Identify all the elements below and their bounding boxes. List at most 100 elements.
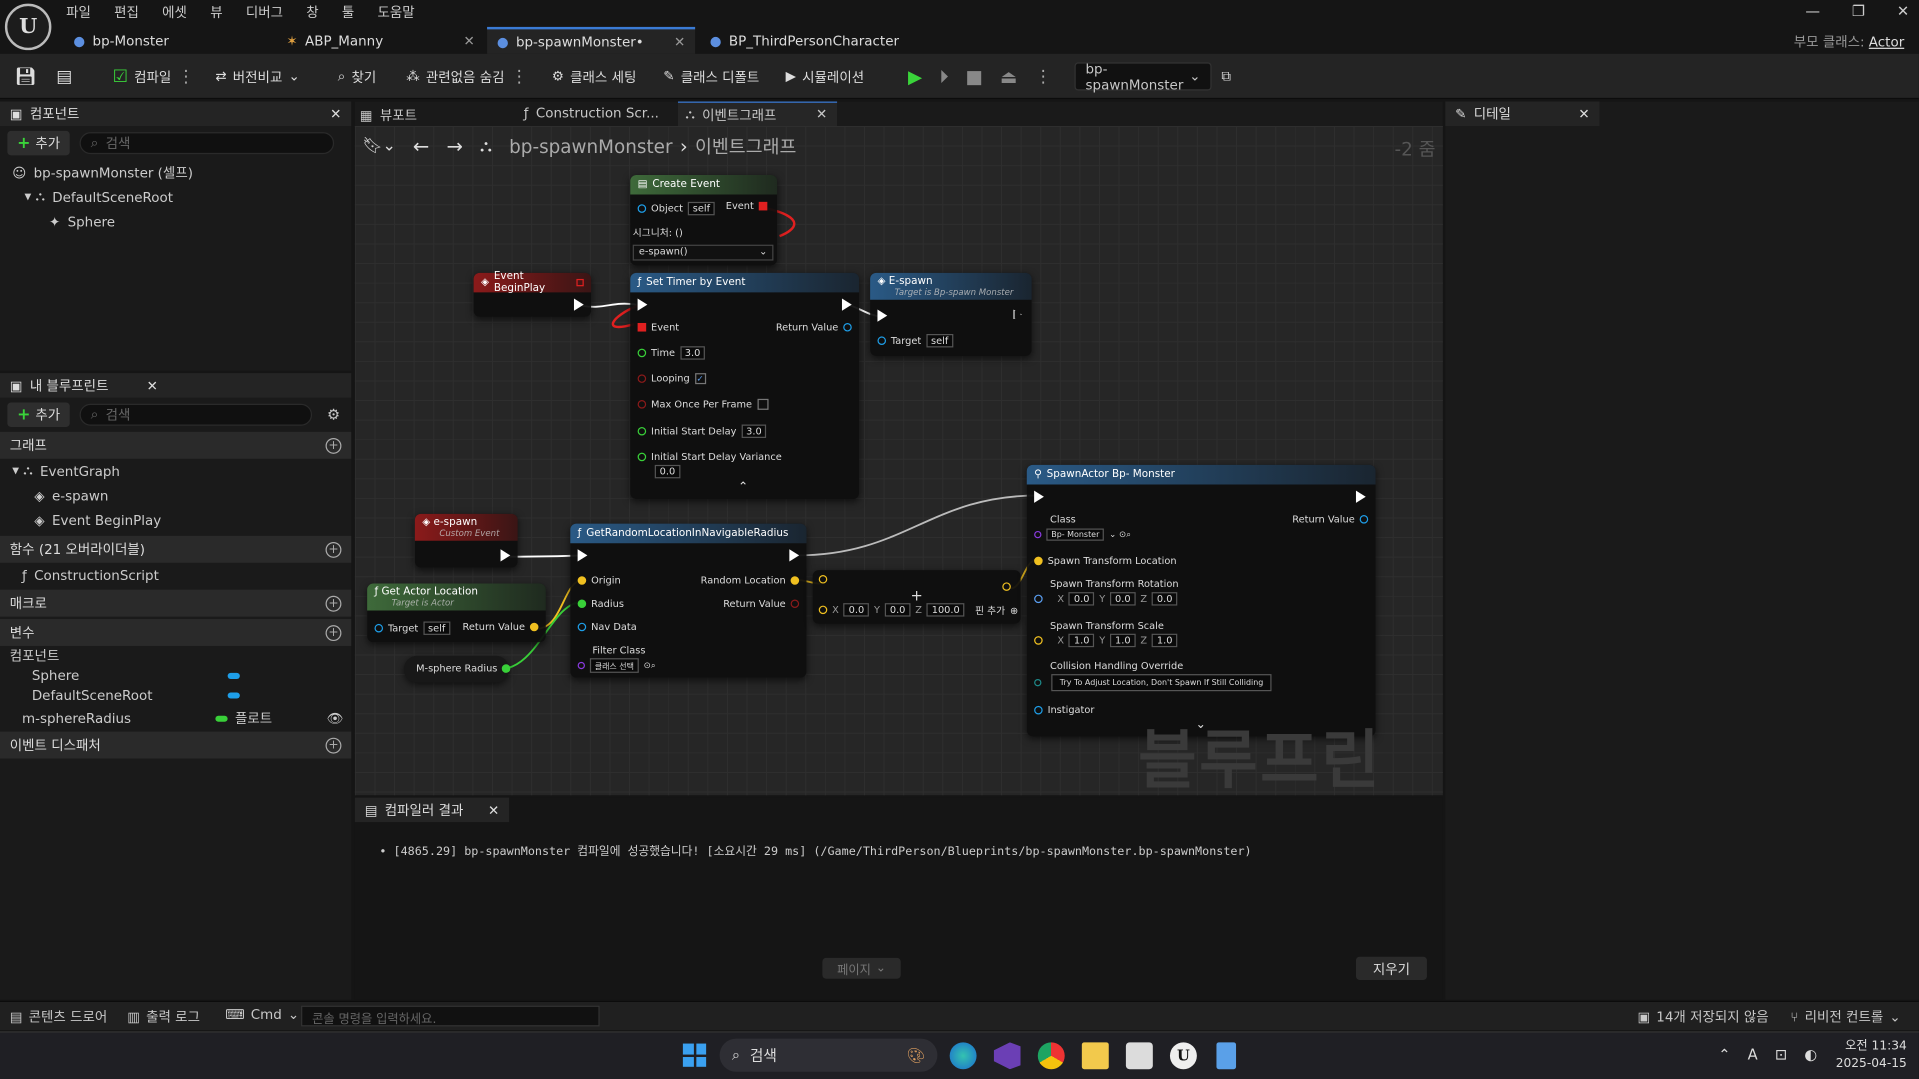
filter-class-select[interactable]: 클래스 선택 ⊙⌕ xyxy=(577,658,656,673)
pin-exec-out[interactable] xyxy=(789,549,800,562)
node-get-random-location[interactable]: ƒ GetRandomLocationInNavigableRadius Orig… xyxy=(570,523,807,678)
details-tab[interactable]: ✎ 디테일 ✕ xyxy=(1445,101,1600,127)
menu-view[interactable]: 뷰 xyxy=(210,2,222,22)
pin-exec-out[interactable] xyxy=(1355,490,1366,503)
pin-filter-class[interactable]: Filter Class xyxy=(592,645,645,656)
menu-file[interactable]: 파일 xyxy=(66,2,91,22)
more-options-icon[interactable]: ⋮ xyxy=(1035,67,1052,87)
doc-tab-bp-monster[interactable]: ● bp-Monster xyxy=(64,27,274,54)
pin-time[interactable]: Time 3.0 xyxy=(637,346,706,360)
function-select[interactable]: e-spawn() ⌄ xyxy=(632,244,774,261)
pin-looping[interactable]: Looping ✓ xyxy=(637,373,706,385)
close-icon[interactable]: ✕ xyxy=(816,106,827,122)
simulation-button[interactable]: ▶ 시뮬레이션 xyxy=(786,54,864,99)
class-defaults-button[interactable]: ✎ 클래스 디폴트 xyxy=(663,54,759,99)
add-member-button[interactable]: + 추가 xyxy=(7,402,70,427)
browse-icon[interactable]: ⌄ ⊙⌕ xyxy=(1109,529,1131,540)
variable-sphere[interactable]: Sphere xyxy=(0,666,351,686)
construction-script-item[interactable]: ƒ ConstructionScript xyxy=(0,563,351,587)
pin-exec-in[interactable] xyxy=(637,298,648,311)
add-graph-icon[interactable]: + xyxy=(325,437,342,454)
hide-unrelated-button[interactable]: ⁂ 관련없음 숨김 ⋮ xyxy=(406,54,527,99)
file-explorer-icon[interactable] xyxy=(1081,1042,1109,1070)
pin-result[interactable] xyxy=(1002,582,1011,591)
components-var-category[interactable]: 컴포넌트 xyxy=(0,646,351,666)
event-graph-item[interactable]: ▾ ⛬ EventGraph xyxy=(0,459,351,483)
pin-exec-out[interactable] xyxy=(573,298,584,311)
ime-icon[interactable]: A xyxy=(1748,1046,1758,1063)
doc-tab-bp-spawnmonster[interactable]: ● bp-spawnMonster• ✕ xyxy=(487,26,696,54)
component-root-self[interactable]: ☺ bp-spawnMonster (셀프) xyxy=(0,160,351,184)
pin-spawn-location[interactable]: Spawn Transform Location xyxy=(1034,555,1177,566)
node-spawn-actor[interactable]: ⚲ SpawnActor Bp- Monster Class Return Val… xyxy=(1026,464,1376,737)
close-icon[interactable]: ✕ xyxy=(674,34,685,50)
chrome-icon[interactable] xyxy=(1037,1042,1065,1070)
close-icon[interactable]: ✕ xyxy=(330,106,341,122)
edge-icon[interactable] xyxy=(949,1042,977,1070)
event-graph-canvas[interactable]: 🔖︎⌄ ← → ⛬ bp-spawnMonster › 이벤트그래프 -2 줌 … xyxy=(354,126,1443,796)
node-e-spawn-custom-event[interactable]: ◈ e-spawn Custom Event xyxy=(414,513,518,568)
close-window-icon[interactable]: ✕ xyxy=(1897,2,1909,19)
browse-icon[interactable]: ⊙⌕ xyxy=(644,660,656,671)
pin-return-value[interactable]: Return Value xyxy=(1292,514,1369,525)
pin-initial-variance[interactable]: Initial Start Delay Variance xyxy=(637,451,782,462)
pin-exec-in[interactable] xyxy=(577,549,588,562)
variables-section[interactable]: 변수 + xyxy=(0,619,352,646)
gear-icon[interactable]: ⚙ xyxy=(327,406,340,423)
close-icon[interactable]: ✕ xyxy=(1578,106,1589,122)
compile-button[interactable]: ☑ 컴파일 ⋮ xyxy=(113,54,195,99)
add-dispatcher-icon[interactable]: + xyxy=(325,737,342,754)
menu-asset[interactable]: 에셋 xyxy=(162,2,187,22)
windows-start-icon[interactable] xyxy=(682,1043,707,1067)
components-search-input[interactable]: ⌕ 검색 xyxy=(79,132,335,155)
pin-exec-in[interactable] xyxy=(1034,490,1044,503)
variable-m-sphere-radius[interactable]: m-sphereRadius 플로트 👁︎ xyxy=(0,705,351,732)
add-component-button[interactable]: + 추가 xyxy=(7,130,70,156)
save-button[interactable]: 💾︎ xyxy=(15,54,37,99)
pin-event[interactable]: Event xyxy=(637,322,679,333)
content-drawer-button[interactable]: ▤ 콘텐츠 드로어 xyxy=(10,1007,107,1027)
pin-return-value[interactable]: Return Value xyxy=(463,621,539,632)
pin-object[interactable]: Object self xyxy=(637,201,715,216)
collapse-arrow-icon[interactable]: ⌃ xyxy=(738,481,748,494)
my-blueprint-tab[interactable]: ▣ 내 블루프린트 ✕ xyxy=(0,373,352,398)
dispatchers-section[interactable]: 이벤트 디스패처 + xyxy=(0,731,352,759)
pin-return-value[interactable]: Return Value xyxy=(723,598,800,609)
pin-instigator[interactable]: Instigator xyxy=(1034,705,1094,716)
eye-icon[interactable]: 👁︎ xyxy=(327,710,344,726)
pin-max-once[interactable]: Max Once Per Frame xyxy=(637,398,768,410)
add-macro-icon[interactable]: + xyxy=(325,595,342,612)
pin-return-value[interactable]: Return Value xyxy=(776,322,852,333)
debug-object-select[interactable]: bp-spawnMonster ⌄ xyxy=(1074,61,1212,92)
cmd-select[interactable]: ⌨ Cmd ⌄ xyxy=(225,1007,299,1023)
class-settings-button[interactable]: ⚙ 클래스 세팅 xyxy=(552,54,636,99)
macros-section[interactable]: 매크로 + xyxy=(0,589,352,617)
restore-icon[interactable]: ❐ xyxy=(1852,2,1865,19)
output-log-button[interactable]: ▥ 출력 로그 xyxy=(127,1007,200,1027)
max-once-checkbox[interactable] xyxy=(756,398,768,410)
close-icon[interactable]: ✕ xyxy=(147,377,158,393)
pin-event-out[interactable]: Event xyxy=(726,201,768,212)
component-default-scene-root[interactable]: ▾ ⛬ DefaultSceneRoot xyxy=(0,185,351,209)
page-select[interactable]: 페이지 ⌄ xyxy=(822,957,901,979)
add-pin-button[interactable]: 핀 추가 ⊕ xyxy=(975,604,1018,617)
minimize-icon[interactable]: — xyxy=(1805,2,1820,19)
more-options-icon[interactable]: ⋮ xyxy=(177,67,194,87)
doc-tab-abp-manny[interactable]: ✶ ABP_Manny ✕ xyxy=(277,27,485,54)
node-set-timer-by-event[interactable]: ƒ Set Timer by Event Event Return Value T… xyxy=(630,272,860,500)
event-begin-play-item[interactable]: ◈ Event BeginPlay xyxy=(0,508,351,532)
pin-a[interactable] xyxy=(818,574,828,584)
doc-tab-bp-thirdperson[interactable]: ● BP_ThirdPersonCharacter xyxy=(700,27,933,54)
diff-button[interactable]: ⇄ 버전비교 ⌄ xyxy=(215,54,299,99)
menu-edit[interactable]: 편집 xyxy=(114,2,139,22)
pin-origin[interactable]: Origin xyxy=(577,575,621,586)
unreal-engine-icon[interactable]: U xyxy=(1169,1042,1197,1070)
node-create-event[interactable]: ▤ Create Event Object self Event 시그니처: () … xyxy=(630,174,778,266)
play-icon[interactable]: ▶ xyxy=(908,65,922,87)
collision-select[interactable]: Try To Adjust Location, Don't Spawn If S… xyxy=(1034,674,1272,692)
functions-section[interactable]: 함수 (21 오버라이더블) + xyxy=(0,535,352,563)
menu-tools[interactable]: 툴 xyxy=(342,2,354,22)
menu-help[interactable]: 도움말 xyxy=(378,2,415,22)
notepad-icon[interactable] xyxy=(1216,1042,1237,1070)
close-icon[interactable]: ✕ xyxy=(464,32,475,48)
